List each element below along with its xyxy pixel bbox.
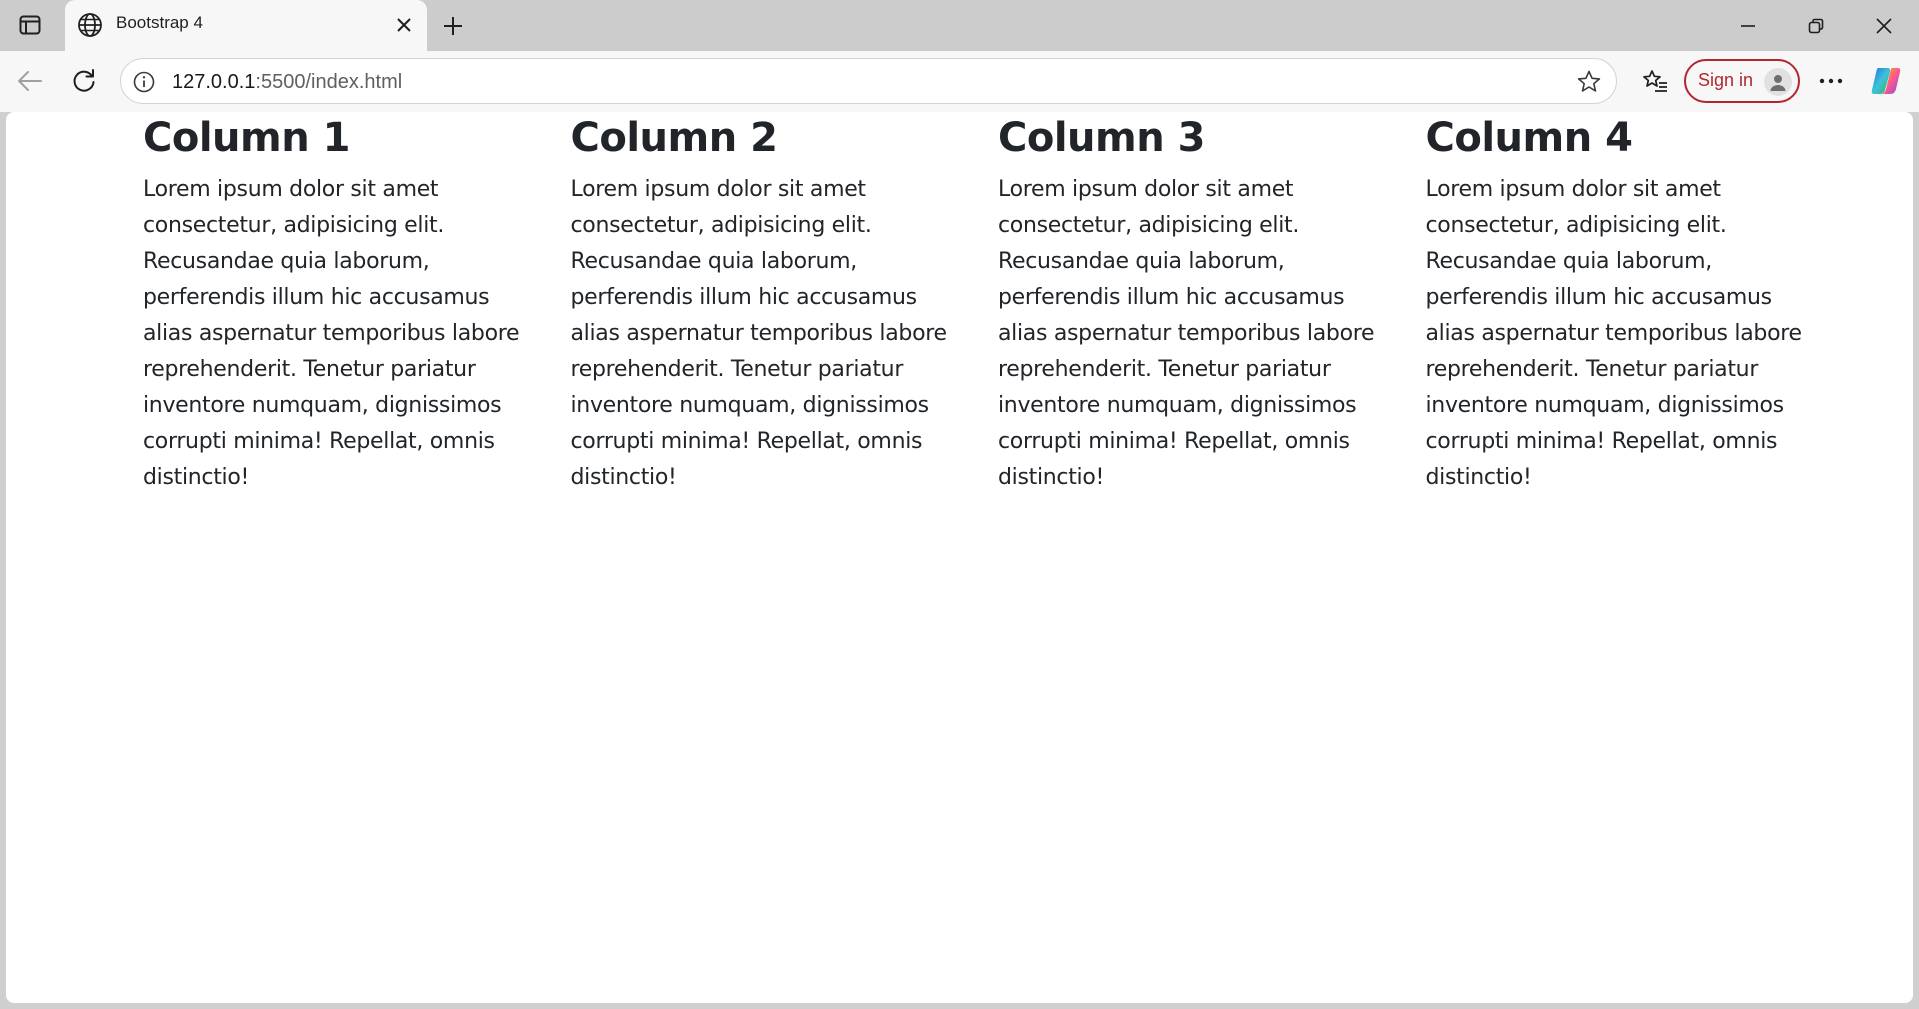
column-text: Lorem ipsum dolor sit amet consectetur, … [143,177,520,490]
restore-icon[interactable] [1782,0,1850,51]
copilot-icon[interactable] [1868,63,1904,99]
close-window-icon[interactable] [1850,0,1918,51]
column-4: Column 4 Lorem ipsum dolor sit amet cons… [1411,112,1839,496]
reload-icon[interactable] [66,63,102,99]
column-heading: Column 1 [143,115,350,161]
back-arrow-icon[interactable] [12,63,48,99]
minimize-icon[interactable] [1714,0,1782,51]
tab-title: Bootstrap 4 [116,13,203,32]
globe-icon [77,12,103,38]
info-icon[interactable] [131,69,157,95]
column-heading: Column 2 [570,115,778,161]
url-host: 127.0.0.1 [172,71,256,93]
column-text: Lorem ipsum dolor sit amet consectetur, … [570,177,948,490]
column-heading: Column 4 [1425,115,1633,161]
address-bar[interactable]: 127.0.0.1:5500/index.html [120,58,1617,104]
favorites-icon[interactable] [1637,63,1673,99]
column-heading: Column 3 [998,115,1205,161]
tab-strip: Bootstrap 4 [0,0,1919,51]
sign-in-button[interactable]: Sign in [1684,59,1800,103]
columns-row: Column 1 Lorem ipsum dolor sit amet cons… [128,112,1838,496]
column-1: Column 1 Lorem ipsum dolor sit amet cons… [128,112,556,496]
close-icon[interactable] [391,12,417,38]
url-path: :5500/index.html [255,71,403,93]
tab-actions-icon[interactable] [12,11,48,39]
avatar [1764,68,1792,96]
star-icon[interactable] [1576,69,1602,95]
column-text: Lorem ipsum dolor sit amet consectetur, … [998,177,1375,490]
more-icon[interactable] [1813,63,1849,99]
column-3: Column 3 Lorem ipsum dolor sit amet cons… [983,112,1411,496]
browser-toolbar: 127.0.0.1:5500/index.html Sign in [0,51,1919,112]
plus-icon[interactable] [437,10,469,42]
column-2: Column 2 Lorem ipsum dolor sit amet cons… [556,112,984,496]
url-text[interactable]: 127.0.0.1:5500/index.html [172,71,402,94]
sign-in-label: Sign in [1698,70,1754,90]
column-text: Lorem ipsum dolor sit amet consectetur, … [1425,177,1803,490]
page-viewport: Column 1 Lorem ipsum dolor sit amet cons… [6,112,1913,1003]
browser-tab[interactable]: Bootstrap 4 [65,0,427,51]
